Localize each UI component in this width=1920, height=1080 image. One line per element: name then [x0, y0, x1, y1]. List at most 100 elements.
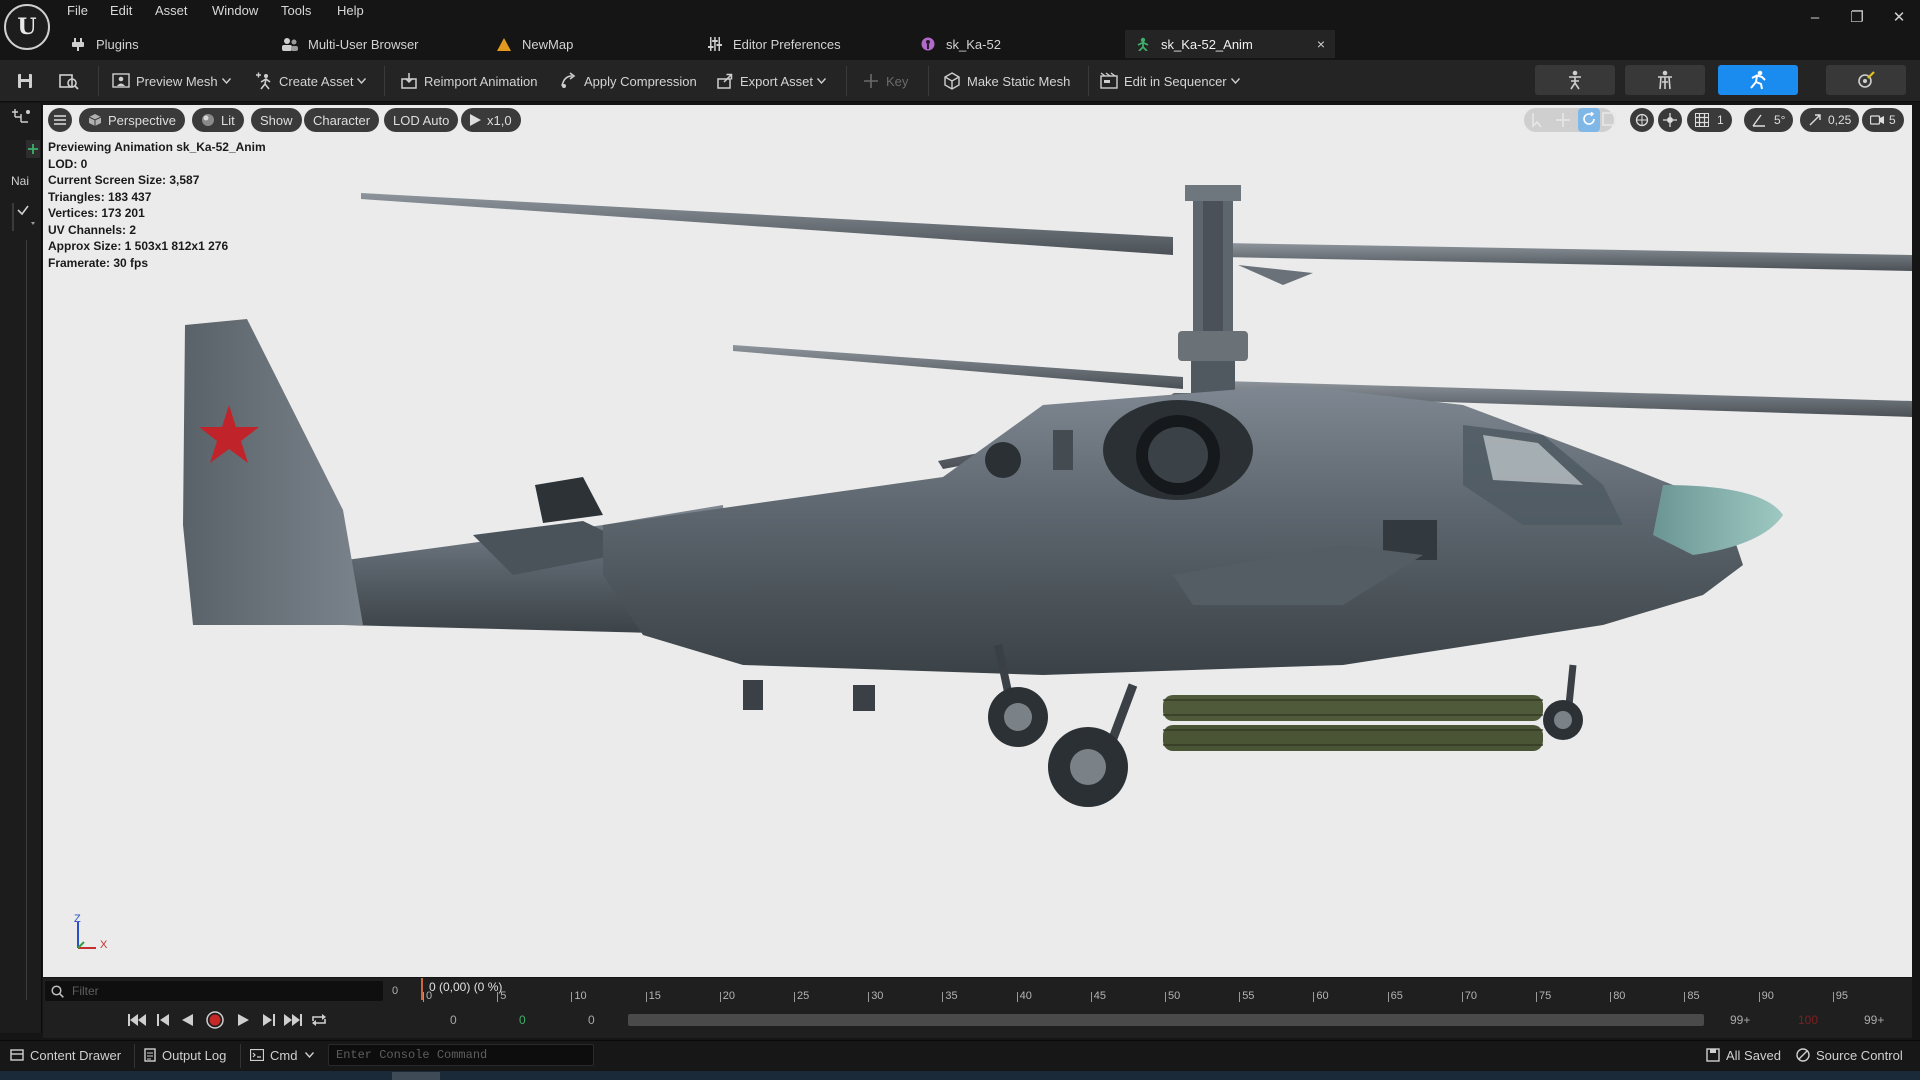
grid-snap-control[interactable]: 1 [1687, 108, 1732, 132]
record-icon [206, 1011, 224, 1029]
scale-snap-control[interactable]: 0,25 [1800, 108, 1860, 132]
add-icon[interactable] [26, 140, 40, 158]
play-reverse-button[interactable] [175, 1008, 199, 1032]
key-button[interactable]: Key [862, 68, 908, 94]
loop-button[interactable] [307, 1008, 331, 1032]
sequencer-icon [1100, 72, 1118, 90]
lod-dropdown[interactable]: LOD Auto [384, 108, 459, 132]
tab-multi-user-browser[interactable]: Multi-User Browser [282, 30, 482, 58]
playback-range-end-value[interactable]: 99+ [1864, 1013, 1884, 1027]
close-tab-icon[interactable]: × [1317, 36, 1325, 52]
source-control-icon [1796, 1048, 1810, 1062]
camera-speed-control[interactable]: 5 [1862, 108, 1904, 132]
save-icon[interactable] [11, 68, 39, 94]
mesh-mode-button[interactable] [1625, 65, 1705, 95]
timeline-tick-label: 85 [1687, 990, 1700, 1002]
jump-to-start-button[interactable] [125, 1008, 149, 1032]
skip-end-icon [283, 1013, 303, 1027]
menu-tools[interactable]: Tools [281, 3, 311, 21]
all-saved-button[interactable]: All Saved [1706, 1046, 1781, 1064]
preview-mesh-button[interactable]: Preview Mesh [112, 68, 231, 94]
grid-icon [1695, 113, 1709, 127]
range-start-value[interactable]: 0 [450, 1013, 457, 1027]
chevron-down-icon [221, 78, 231, 84]
rotation-snap-value: 5° [1774, 113, 1786, 127]
menu-edit[interactable]: Edit [110, 3, 132, 21]
play-button[interactable] [231, 1008, 255, 1032]
stats-triangles-line: Triangles: 183 437 [48, 189, 152, 204]
character-dropdown[interactable]: Character [304, 108, 380, 132]
console-command-input[interactable]: Enter Console Command [328, 1044, 594, 1066]
coordinate-space-button[interactable] [1630, 108, 1654, 132]
scale-mode-icon[interactable] [1602, 112, 1616, 126]
axis-x-label: X [100, 939, 108, 951]
cube-icon [88, 113, 102, 127]
record-button[interactable] [203, 1008, 227, 1032]
export-asset-button[interactable]: Export Asset [716, 68, 826, 94]
frame-count: 0 [392, 985, 399, 997]
timeline-tick [868, 992, 870, 1002]
surface-snap-button[interactable] [1658, 108, 1682, 132]
tab-newmap[interactable]: NewMap [496, 30, 696, 58]
timeline-filter-input[interactable]: Filter [45, 981, 383, 1001]
rotate-mode-button[interactable] [1578, 108, 1600, 132]
source-control-button[interactable]: Source Control [1796, 1046, 1903, 1064]
physics-mode-button[interactable] [1826, 65, 1906, 95]
camera-speed-value: 5 [1889, 113, 1896, 127]
translate-mode-icon[interactable] [1555, 112, 1571, 128]
select-mode-icon[interactable] [1531, 112, 1545, 128]
edit-in-sequencer-button[interactable]: Edit in Sequencer [1100, 68, 1240, 94]
lit-dropdown[interactable]: Lit [192, 108, 244, 132]
range-mid-value[interactable]: 0 [519, 1013, 526, 1027]
tab-sk-ka-52[interactable]: sk_Ka-52 [920, 30, 1120, 58]
create-asset-button[interactable]: Create Asset [255, 68, 367, 94]
restore-button[interactable]: ❐ [1842, 6, 1872, 28]
skeleton-mode-button[interactable] [1535, 65, 1615, 95]
apply-compression-button[interactable]: Apply Compression [560, 68, 697, 94]
skeleton-tree-icon[interactable] [10, 108, 32, 126]
menu-help[interactable]: Help [337, 3, 364, 21]
playback-speed-dropdown[interactable]: x1,0 [461, 108, 521, 132]
cmd-dropdown[interactable]: Cmd [250, 1046, 315, 1064]
logo-letter: U [17, 14, 37, 40]
close-window-button[interactable]: ✕ [1884, 6, 1914, 28]
viewport-options-button[interactable] [48, 108, 72, 132]
timeline-tick-label: 30 [871, 990, 884, 1002]
working-range-end-value[interactable]: 100 [1798, 1013, 1818, 1027]
tab-editor-preferences[interactable]: Editor Preferences [707, 30, 907, 58]
animation-viewport[interactable] [43, 105, 1912, 977]
mesh-icon [112, 72, 130, 90]
export-icon [716, 72, 734, 90]
timeline-tick [1610, 992, 1612, 1002]
jump-to-end-button[interactable] [281, 1008, 305, 1032]
saved-icon [1706, 1048, 1720, 1062]
timeline-scrub-bar[interactable] [628, 1014, 1704, 1026]
minimize-button[interactable]: – [1800, 6, 1830, 28]
show-dropdown[interactable]: Show [251, 108, 302, 132]
range-end-value[interactable]: 0 [588, 1013, 595, 1027]
rotation-snap-control[interactable]: 5° [1744, 108, 1794, 132]
tab-plugins[interactable]: Plugins [70, 30, 260, 58]
timeline-ruler[interactable]: 0 5 10 15 20 25 30 35 40 45 50 55 60 65 70 75 80 85 90 95 [420, 980, 1910, 1002]
step-back-button[interactable] [151, 1008, 175, 1032]
output-log-button[interactable]: Output Log [144, 1046, 226, 1064]
menu-window[interactable]: Window [212, 3, 258, 21]
unreal-logo-icon[interactable]: U [4, 4, 50, 50]
tab-sk-ka-52-anim[interactable]: sk_Ka-52_Anim × [1125, 30, 1335, 58]
content-drawer-button[interactable]: Content Drawer [10, 1046, 121, 1064]
viewport-stats: Previewing Animation sk_Ka-52_Anim LOD: … [48, 139, 266, 271]
reimport-animation-button[interactable]: Reimport Animation [400, 68, 537, 94]
step-forward-button[interactable] [257, 1008, 281, 1032]
tree-expand-icon[interactable] [12, 202, 38, 232]
lit-label: Lit [221, 112, 235, 128]
animation-mode-button[interactable] [1718, 65, 1798, 95]
make-static-mesh-button[interactable]: Make Static Mesh [943, 68, 1070, 94]
timeline-tick-label: 80 [1613, 990, 1626, 1002]
menu-file[interactable]: File [67, 3, 88, 21]
browse-icon[interactable] [55, 68, 83, 94]
timeline-tick-label: 65 [1390, 990, 1403, 1002]
menu-asset[interactable]: Asset [155, 3, 188, 21]
timeline-tick-label: 15 [648, 990, 661, 1002]
perspective-dropdown[interactable]: Perspective [79, 108, 185, 132]
view-range-end-value[interactable]: 99+ [1730, 1013, 1750, 1027]
